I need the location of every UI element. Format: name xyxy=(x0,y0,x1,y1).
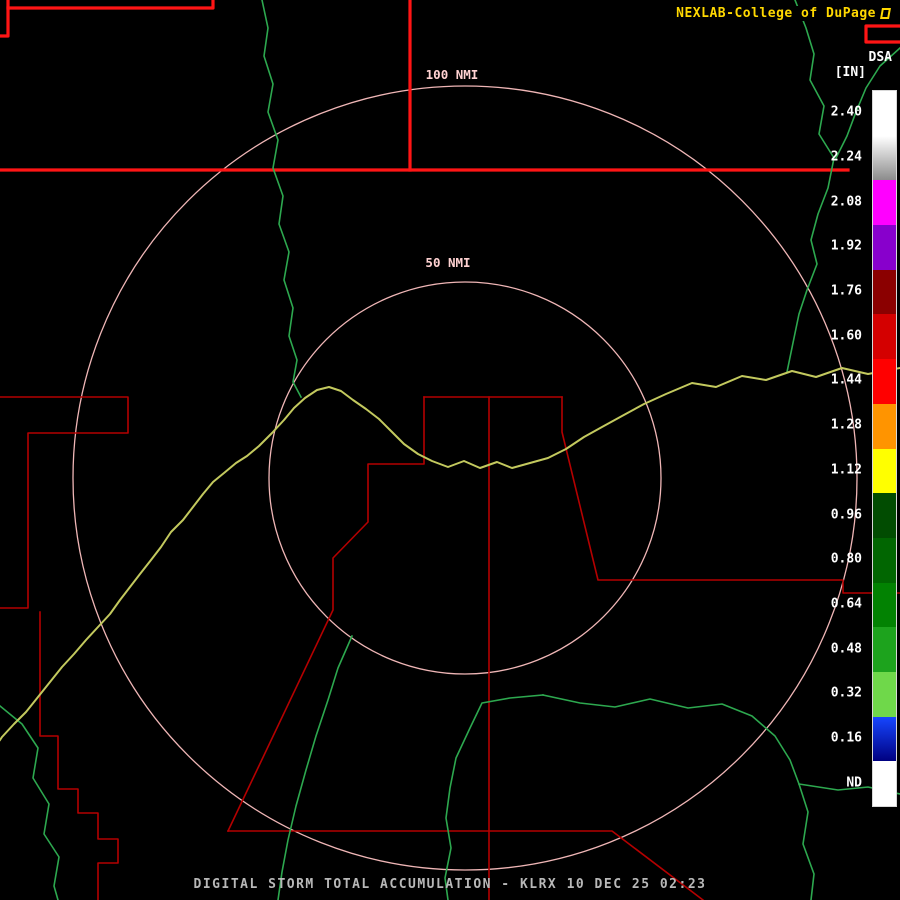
header-title: NEXLAB-College of DuPage xyxy=(674,6,892,21)
state-boundary-line xyxy=(864,24,900,44)
legend-value-label: 2.08 xyxy=(830,194,862,210)
state-boundaries-layer xyxy=(0,0,900,172)
legend-color-0.80 xyxy=(873,537,896,583)
rivers-layer xyxy=(0,0,900,900)
legend-value-label: 0.96 xyxy=(830,507,862,523)
range-ring-label: 100 NMI xyxy=(426,67,479,82)
range-rings-layer xyxy=(72,85,858,871)
river-line xyxy=(0,704,60,900)
legend-value-label: 2.24 xyxy=(830,149,862,165)
legend-value-label: 1.28 xyxy=(830,417,862,433)
river-line xyxy=(786,0,835,373)
legend-value-label: 1.76 xyxy=(830,283,862,299)
legend-color-nd xyxy=(873,761,896,806)
legend-color-1.12 xyxy=(873,448,896,494)
legend-color-2.24 xyxy=(873,135,896,181)
legend-color-1.28 xyxy=(873,403,896,449)
legend-color-2.40 xyxy=(873,91,896,136)
legend-color-0.64 xyxy=(873,582,896,628)
county-boundary-line xyxy=(39,611,119,900)
legend-color-1.44 xyxy=(873,359,896,404)
radar-map: 100 NMI 50 NMI xyxy=(0,0,900,900)
legend-value-label: 0.48 xyxy=(830,641,862,657)
legend-color-1.76 xyxy=(873,269,896,315)
legend-value-label: 1.92 xyxy=(830,238,862,254)
legend-value-label: 0.64 xyxy=(830,596,862,612)
cod-logo-icon xyxy=(880,8,891,19)
river-line xyxy=(277,634,354,900)
legend-value-label: 1.44 xyxy=(830,372,862,388)
river-line xyxy=(542,694,815,900)
legend-value-label: 0.16 xyxy=(830,730,862,746)
legend-bar xyxy=(872,90,897,807)
legend-color-2.08 xyxy=(873,180,896,226)
product-code: DSA xyxy=(868,50,892,65)
legend-color-0.16 xyxy=(873,716,896,762)
range-ring-label: 50 NMI xyxy=(425,255,470,270)
nexlab-title-text: NEXLAB-College of DuPage xyxy=(676,6,876,21)
product-units: [IN] xyxy=(834,65,866,80)
main-river-line xyxy=(0,366,900,742)
range-ring-50-nmi xyxy=(268,281,662,675)
range-ring-100-nmi xyxy=(72,85,858,871)
state-boundary-line xyxy=(0,0,10,38)
legend-color-0.48 xyxy=(873,627,896,672)
county-boundary-line xyxy=(226,396,425,833)
legend-value-label: 1.12 xyxy=(830,462,862,478)
state-boundary-line xyxy=(6,0,215,10)
legend-value-label: ND xyxy=(846,775,862,791)
radar-display: 100 NMI 50 NMI NEXLAB-College of DuPage D… xyxy=(0,0,900,900)
legend-value-label: 0.32 xyxy=(830,685,862,701)
legend-color-0.32 xyxy=(873,671,896,717)
legend-color-0.96 xyxy=(873,493,896,538)
legend-value-label: 0.80 xyxy=(830,551,862,567)
product-status-text: DIGITAL STORM TOTAL ACCUMULATION - KLRX … xyxy=(193,877,707,892)
legend-color-1.60 xyxy=(873,314,896,360)
county-boundary-line xyxy=(0,396,129,609)
legend-value-label: 2.40 xyxy=(830,104,862,120)
legend-color-1.92 xyxy=(873,225,896,270)
legend-value-label: 1.60 xyxy=(830,328,862,344)
river-line xyxy=(261,0,303,399)
status-bar: DIGITAL STORM TOTAL ACCUMULATION - KLRX … xyxy=(0,877,900,892)
county-boundaries-layer xyxy=(0,396,900,900)
